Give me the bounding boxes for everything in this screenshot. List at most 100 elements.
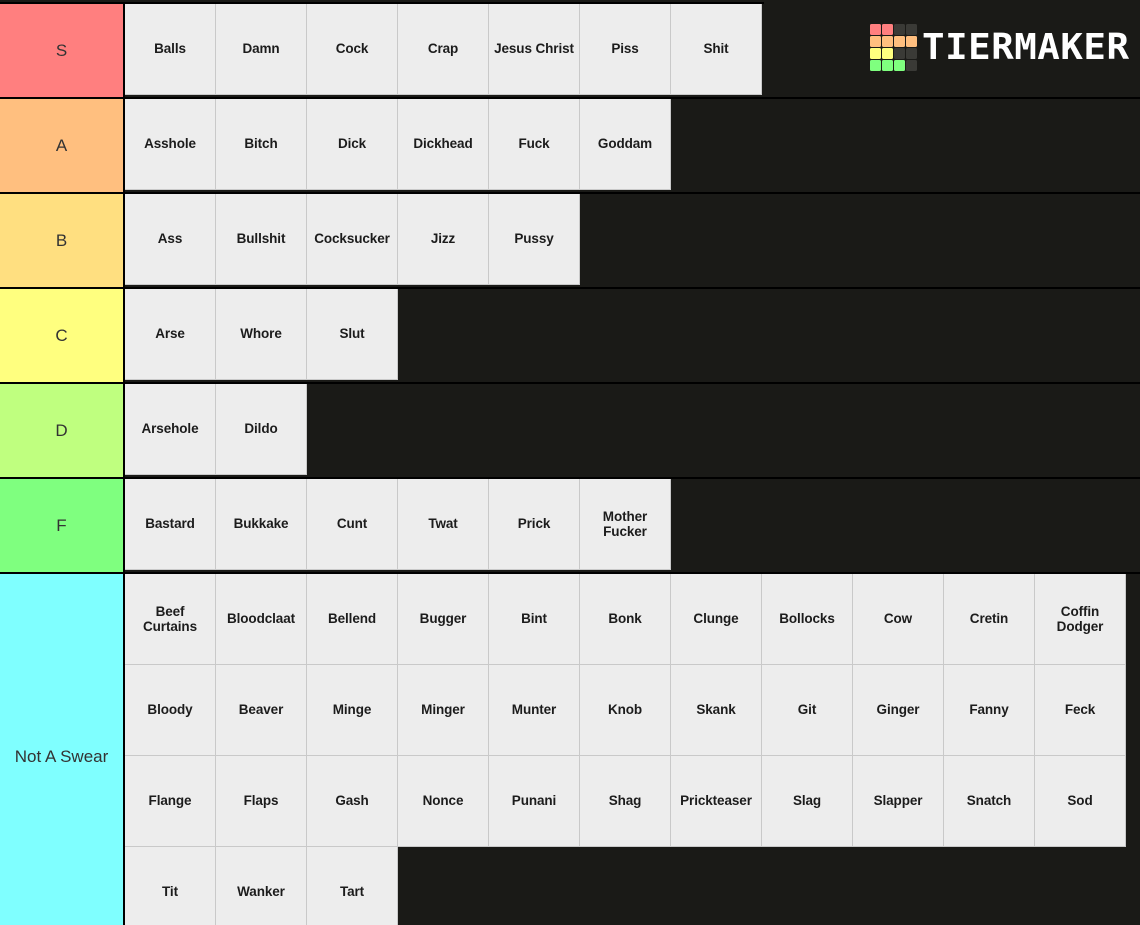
tier-item[interactable]: Bullshit <box>216 194 307 285</box>
tier-item[interactable]: Bloody <box>125 665 216 756</box>
tier-item[interactable]: Bitch <box>216 99 307 190</box>
tier-item[interactable]: Bellend <box>307 574 398 665</box>
tier-label-a[interactable]: A <box>0 99 125 192</box>
tier-item[interactable]: Slapper <box>853 756 944 847</box>
tier-item[interactable]: Damn <box>216 4 307 95</box>
tier-item[interactable]: Clunge <box>671 574 762 665</box>
tier-item[interactable]: Feck <box>1035 665 1126 756</box>
tier-item[interactable]: Ginger <box>853 665 944 756</box>
logo-cell <box>906 60 918 71</box>
logo-cell <box>870 48 882 59</box>
tier-items-f: Bastard Bukkake Cunt Twat Prick Mother Fucker <box>125 479 1140 572</box>
tier-item[interactable]: Arsehole <box>125 384 216 475</box>
tier-label-d[interactable]: D <box>0 384 125 477</box>
tier-item[interactable]: Slag <box>762 756 853 847</box>
tier-item[interactable]: Prick <box>489 479 580 570</box>
tiermaker-logo-icon <box>870 24 918 71</box>
tier-item[interactable]: Goddam <box>580 99 671 190</box>
tier-item[interactable]: Snatch <box>944 756 1035 847</box>
tier-item[interactable]: Piss <box>580 4 671 95</box>
tier-item[interactable]: Shag <box>580 756 671 847</box>
tier-label-c[interactable]: C <box>0 289 125 382</box>
tier-item[interactable]: Skank <box>671 665 762 756</box>
logo-cell <box>870 24 882 35</box>
tier-item[interactable]: Cretin <box>944 574 1035 665</box>
tier-item[interactable]: Git <box>762 665 853 756</box>
tier-item[interactable]: Arse <box>125 289 216 380</box>
tier-item[interactable]: Fanny <box>944 665 1035 756</box>
tier-item[interactable]: Flange <box>125 756 216 847</box>
tier-row-f: F Bastard Bukkake Cunt Twat Prick Mother Fucke… <box>0 479 1140 574</box>
tier-item[interactable]: Bonk <box>580 574 671 665</box>
tier-item[interactable]: Whore <box>216 289 307 380</box>
logo-cell <box>906 36 918 47</box>
tier-item[interactable]: Mother Fucker <box>580 479 671 570</box>
tier-item[interactable]: Minger <box>398 665 489 756</box>
tier-items-d: Arsehole Dildo <box>125 384 1140 477</box>
tier-item[interactable]: Gash <box>307 756 398 847</box>
tier-item[interactable]: Punani <box>489 756 580 847</box>
tier-item[interactable]: Bugger <box>398 574 489 665</box>
tier-item[interactable]: Bollocks <box>762 574 853 665</box>
tier-item[interactable]: Tart <box>307 847 398 925</box>
tier-item[interactable]: Bloodclaat <box>216 574 307 665</box>
tier-items-a: Asshole Bitch Dick Dickhead Fuck Goddam <box>125 99 1140 192</box>
tier-item[interactable]: Beef Curtains <box>125 574 216 665</box>
tier-items-c: Arse Whore Slut <box>125 289 1140 382</box>
logo-cell <box>882 36 894 47</box>
tier-item[interactable]: Balls <box>125 4 216 95</box>
tier-item[interactable]: Sod <box>1035 756 1126 847</box>
logo-cell <box>894 36 906 47</box>
logo-cell <box>870 60 882 71</box>
tier-item[interactable]: Slut <box>307 289 398 380</box>
tier-item[interactable]: Cock <box>307 4 398 95</box>
tier-item[interactable]: Dildo <box>216 384 307 475</box>
tier-item[interactable]: Cocksucker <box>307 194 398 285</box>
tier-item[interactable]: Crap <box>398 4 489 95</box>
brand-inner: TiERMAKER <box>870 24 1129 71</box>
tier-item[interactable]: Bastard <box>125 479 216 570</box>
tier-item[interactable]: Knob <box>580 665 671 756</box>
tier-row-b: B Ass Bullshit Cocksucker Jizz Pussy <box>0 194 1140 289</box>
tier-item[interactable]: Beaver <box>216 665 307 756</box>
tier-item[interactable]: Bint <box>489 574 580 665</box>
tier-item[interactable]: Twat <box>398 479 489 570</box>
tier-item[interactable]: Asshole <box>125 99 216 190</box>
tier-item[interactable]: Shit <box>671 4 762 95</box>
tier-row-a: A Asshole Bitch Dick Dickhead Fuck Goddam <box>0 99 1140 194</box>
tier-item[interactable]: Bukkake <box>216 479 307 570</box>
tier-item[interactable]: Ass <box>125 194 216 285</box>
tier-item[interactable]: Jesus Christ <box>489 4 580 95</box>
tier-label-not-a-swear[interactable]: Not A Swear <box>0 574 125 925</box>
tier-label-f[interactable]: F <box>0 479 125 572</box>
tier-label-s[interactable]: S <box>0 4 125 97</box>
tier-item[interactable]: Prickteaser <box>671 756 762 847</box>
tier-item[interactable]: Tit <box>125 847 216 925</box>
tier-item[interactable]: Fuck <box>489 99 580 190</box>
tier-item[interactable]: Cow <box>853 574 944 665</box>
tier-item[interactable]: Wanker <box>216 847 307 925</box>
tier-item[interactable]: Dick <box>307 99 398 190</box>
tierlist-app: TiERMAKER S Balls Damn Cock Crap Jesus Christ… <box>0 0 1140 925</box>
tier-item[interactable]: Nonce <box>398 756 489 847</box>
tier-item[interactable]: Pussy <box>489 194 580 285</box>
tier-item[interactable]: Munter <box>489 665 580 756</box>
tier-row-not-a-swear: Not A Swear Beef Curtains Bloodclaat Bellen… <box>0 574 1140 925</box>
tier-item[interactable]: Cunt <box>307 479 398 570</box>
tier-label-b[interactable]: B <box>0 194 125 287</box>
tier-item[interactable]: Flaps <box>216 756 307 847</box>
logo-cell <box>906 24 918 35</box>
logo-cell <box>870 36 882 47</box>
tier-row-c: C Arse Whore Slut <box>0 289 1140 384</box>
tier-item[interactable]: Coffin Dodger <box>1035 574 1126 665</box>
logo-cell <box>894 24 906 35</box>
tier-item[interactable]: Jizz <box>398 194 489 285</box>
tiermaker-wordmark: TiERMAKER <box>922 26 1130 68</box>
tier-item[interactable]: Minge <box>307 665 398 756</box>
logo-cell <box>906 48 918 59</box>
logo-cell <box>894 48 906 59</box>
tier-item[interactable]: Dickhead <box>398 99 489 190</box>
logo-cell <box>882 60 894 71</box>
logo-cell <box>882 48 894 59</box>
tiermaker-branding: TiERMAKER <box>764 2 1140 93</box>
